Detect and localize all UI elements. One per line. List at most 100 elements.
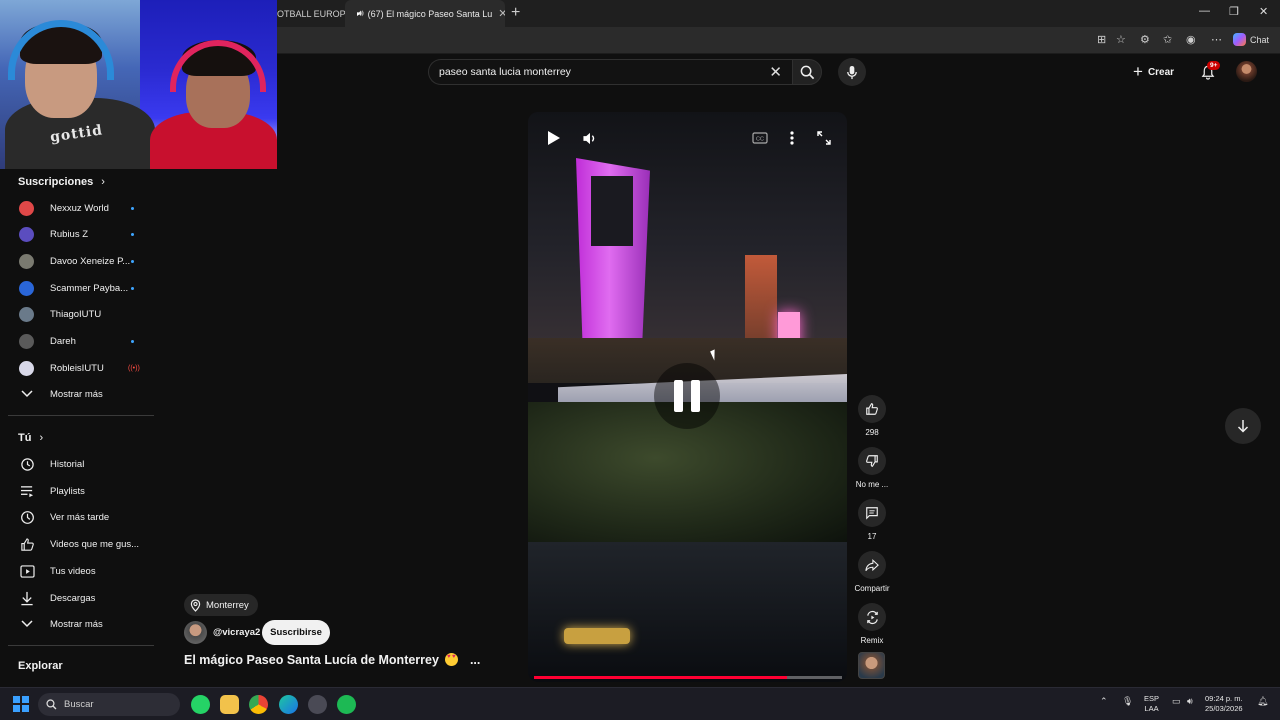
favorite-star-icon[interactable]: ☆ (1116, 33, 1126, 46)
video-title-row[interactable]: El mágico Paseo Santa Lucía de Monterrey… (184, 653, 480, 667)
share-label: Compartir (854, 584, 890, 593)
sidebar-item-nexxuz-world[interactable]: Nexxuz World (0, 195, 157, 221)
chevron-up-icon[interactable]: ⌃ (1100, 696, 1108, 707)
sidebar-item-playlists[interactable]: Playlists (0, 478, 157, 504)
pause-icon (674, 380, 683, 412)
sidebar-item-liked-videos[interactable]: Videos que me gus... (0, 531, 157, 557)
close-icon[interactable]: ✕ (498, 7, 505, 20)
clock[interactable]: 09:24 p. m. 25/03/2026 (1205, 694, 1243, 714)
sidebar-item-downloads[interactable]: Descargas (0, 585, 157, 611)
subscribe-button[interactable]: Suscribirse (262, 620, 330, 645)
volume-button[interactable] (578, 126, 602, 150)
copilot-icon (1233, 33, 1246, 46)
voice-search-button[interactable] (838, 58, 866, 86)
clear-search-icon[interactable]: ✕ (769, 63, 782, 81)
next-video-button[interactable] (1225, 408, 1261, 444)
sidebar-item-rubius-z[interactable]: Rubius Z (0, 221, 157, 247)
chevron-down-icon (19, 386, 35, 402)
channel-avatar[interactable] (184, 621, 207, 644)
more-options-button[interactable] (780, 126, 804, 150)
start-button-windows-icon[interactable] (13, 696, 29, 712)
sidebar-item-history[interactable]: Historial (0, 451, 157, 477)
minimize-icon[interactable]: — (1199, 5, 1210, 17)
share-button[interactable]: Compartir (853, 551, 891, 593)
notification-center-icon[interactable]: 🔔︎ (1257, 696, 1268, 707)
new-tab-button[interactable]: + (511, 4, 520, 22)
more-vertical-icon (790, 131, 794, 145)
file-explorer-icon[interactable] (220, 695, 239, 714)
new-content-dot (131, 206, 134, 210)
search-button[interactable] (792, 59, 822, 85)
create-label: Crear (1147, 66, 1175, 78)
chrome-icon[interactable] (249, 695, 268, 714)
sidebar-item-scammer-payback[interactable]: Scammer Payba... (0, 275, 157, 301)
location-chip[interactable]: Monterrey (184, 594, 258, 616)
microphone-icon[interactable]: 🎙︎ (1122, 696, 1133, 707)
more-icon[interactable]: ⋯ (1211, 33, 1222, 46)
channel-avatar (19, 200, 34, 216)
app-icon[interactable] (308, 695, 327, 714)
fullscreen-button[interactable] (812, 126, 836, 150)
edge-icon[interactable] (279, 695, 298, 714)
apps-icon[interactable]: ⊞ (1097, 33, 1106, 46)
dislike-button[interactable]: No me ... (853, 447, 891, 489)
sidebar-item-your-videos[interactable]: Tus videos (0, 558, 157, 584)
your-videos-icon (19, 563, 35, 579)
downloads-icon (19, 590, 35, 606)
show-more-you[interactable]: Mostrar más (0, 611, 157, 637)
volume-icon (583, 132, 595, 144)
profile-icon[interactable]: ◉ (1186, 33, 1196, 46)
favorites-icon[interactable]: ✩ (1163, 33, 1172, 46)
subscriptions-header[interactable]: Suscripciones › (18, 176, 105, 188)
play-icon (548, 131, 560, 145)
tab-youtube-video[interactable]: 🔊︎ (67) El mágico Paseo Santa Lu ✕ (345, 0, 505, 27)
sidebar-item-dareh[interactable]: Dareh (0, 328, 157, 354)
sidebar-item-robleisiutu[interactable]: RobleisIUTU ((•)) (0, 355, 157, 381)
play-button[interactable] (542, 126, 566, 150)
fullscreen-icon (817, 131, 831, 145)
video-boat (564, 628, 630, 644)
video-title: El mágico Paseo Santa Lucía de Monterrey (184, 653, 439, 667)
webcam-overlay: gottid (0, 0, 277, 169)
volume-icon[interactable]: 🔊︎ (1187, 696, 1193, 707)
search-input[interactable]: paseo santa lucia monterrey ✕ (428, 59, 792, 85)
video-tower-opening (591, 176, 633, 246)
sidebar-item-davoo-xeneize[interactable]: Davoo Xeneize P... (0, 248, 157, 274)
show-more-subscriptions[interactable]: Mostrar más (0, 381, 157, 407)
sidebar-item-thiagoiutu[interactable]: ThiagoIUTU (0, 301, 157, 327)
sound-source-thumbnail[interactable] (858, 652, 885, 679)
notification-badge: 9+ (1207, 61, 1221, 70)
network-icon[interactable]: ▭ (1172, 696, 1181, 707)
account-avatar[interactable] (1236, 61, 1257, 82)
spotify-icon[interactable] (337, 695, 356, 714)
create-button[interactable]: + Crear (1133, 62, 1174, 82)
liked-videos-icon (19, 536, 35, 552)
tab-football[interactable]: OTBALL EUROP ✕ (277, 0, 345, 27)
copilot-chat-button[interactable]: Chat (1233, 33, 1269, 46)
close-window-icon[interactable]: ✕ (1259, 5, 1268, 18)
live-icon: ((•)) (128, 364, 140, 372)
channel-name[interactable]: @vicraya2 (213, 627, 260, 638)
pause-indicator[interactable] (654, 363, 720, 429)
extensions-icon[interactable]: ⚙ (1140, 33, 1150, 46)
progress-bar[interactable] (534, 676, 842, 679)
restore-icon[interactable]: ❐ (1229, 5, 1239, 18)
whatsapp-icon[interactable] (191, 695, 210, 714)
channel-avatar (19, 360, 34, 376)
taskbar-search[interactable]: Buscar (38, 693, 180, 716)
like-count: 298 (865, 428, 879, 437)
shorts-video-player[interactable]: CC (528, 112, 847, 682)
sidebar-item-watch-later[interactable]: Ver más tarde (0, 504, 157, 530)
language-indicator[interactable]: ESP LAA (1144, 694, 1159, 714)
like-button[interactable]: 298 (853, 395, 891, 437)
search-query: paseo santa lucia monterrey (439, 66, 571, 78)
history-icon (19, 456, 35, 472)
you-header[interactable]: Tú › (18, 432, 43, 444)
tab-label: OTBALL EUROP (277, 8, 345, 19)
explore-header: Explorar (18, 660, 63, 672)
remix-button[interactable]: Remix (853, 603, 891, 645)
comment-icon (858, 499, 886, 527)
comments-button[interactable]: 17 (853, 499, 891, 541)
captions-button[interactable]: CC (748, 126, 772, 150)
sidebar: Suscripciones › Nexxuz World Rubius Z Da… (0, 169, 157, 687)
